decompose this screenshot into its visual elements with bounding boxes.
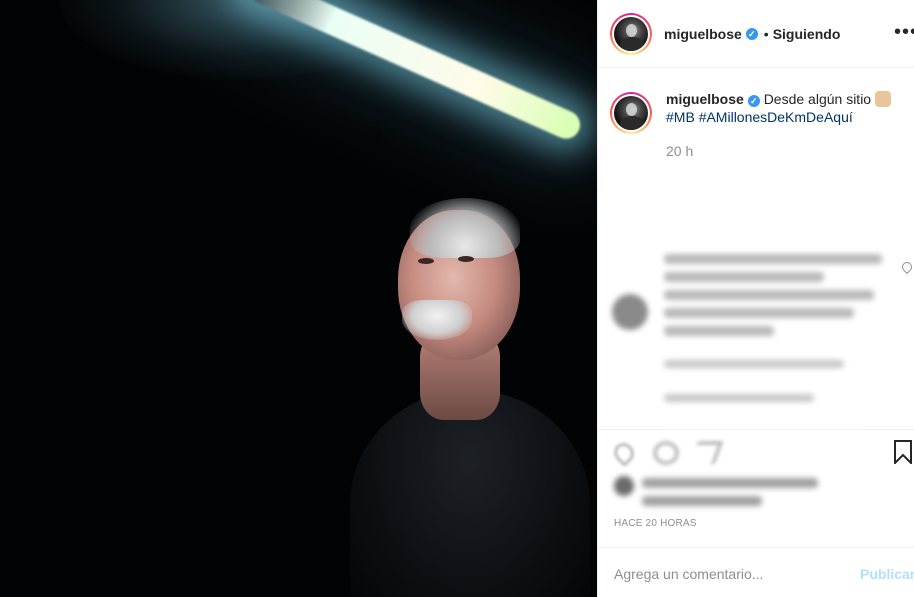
comments-section[interactable]: miguelbose ✓ Desde algún sitio #MB #AMill… bbox=[598, 68, 914, 430]
subject-eye-left bbox=[418, 258, 434, 264]
verified-icon: ✓ bbox=[745, 27, 758, 40]
publish-button[interactable]: Publicar bbox=[860, 566, 914, 582]
post-header: miguelbose ✓ • Siguiendo ••• bbox=[598, 0, 914, 68]
subject-beard bbox=[402, 300, 472, 340]
following-button[interactable]: Siguiendo bbox=[773, 26, 841, 42]
separator-dot: • bbox=[763, 25, 769, 42]
likes-summary[interactable] bbox=[598, 472, 914, 512]
header-avatar[interactable] bbox=[610, 12, 652, 55]
commenter-avatar bbox=[612, 294, 648, 330]
post-side-panel: miguelbose ✓ • Siguiendo ••• miguelbose✓… bbox=[597, 0, 914, 597]
subject-hair bbox=[410, 198, 520, 258]
like-comment-icon[interactable] bbox=[899, 259, 914, 275]
blurred-comment bbox=[612, 248, 902, 408]
bookmark-icon[interactable] bbox=[894, 440, 912, 464]
comment-bubble-icon[interactable] bbox=[654, 442, 678, 464]
post-timestamp: HACE 20 HORAS bbox=[598, 514, 914, 548]
action-bar bbox=[598, 430, 914, 472]
caption-time: 20 h bbox=[666, 143, 694, 159]
raised-hand-emoji-icon bbox=[875, 91, 892, 107]
hashtag-link[interactable]: #AMillonesDeKmDeAquí bbox=[699, 109, 853, 125]
post-photo[interactable] bbox=[0, 0, 597, 597]
comment-form: Publicar bbox=[598, 548, 914, 597]
liker-avatar bbox=[614, 476, 634, 496]
hashtag-link[interactable]: #MB bbox=[666, 109, 695, 125]
subject-eye-right bbox=[458, 256, 474, 262]
comment-input[interactable] bbox=[614, 566, 844, 582]
header-username[interactable]: miguelbose bbox=[664, 26, 742, 42]
caption-text: Desde algún sitio bbox=[763, 91, 872, 107]
caption-username[interactable]: miguelbose bbox=[666, 91, 744, 107]
avatar-image bbox=[614, 16, 648, 51]
verified-icon: ✓ bbox=[747, 95, 760, 107]
avatar-image bbox=[614, 96, 648, 130]
caption: miguelbose ✓ Desde algún sitio #MB #AMill… bbox=[598, 68, 914, 160]
caption-avatar[interactable] bbox=[610, 92, 652, 134]
like-heart-icon[interactable] bbox=[610, 439, 638, 467]
subject-shoulders bbox=[350, 390, 590, 597]
more-options-icon[interactable]: ••• bbox=[894, 22, 914, 42]
share-icon[interactable] bbox=[689, 442, 723, 464]
